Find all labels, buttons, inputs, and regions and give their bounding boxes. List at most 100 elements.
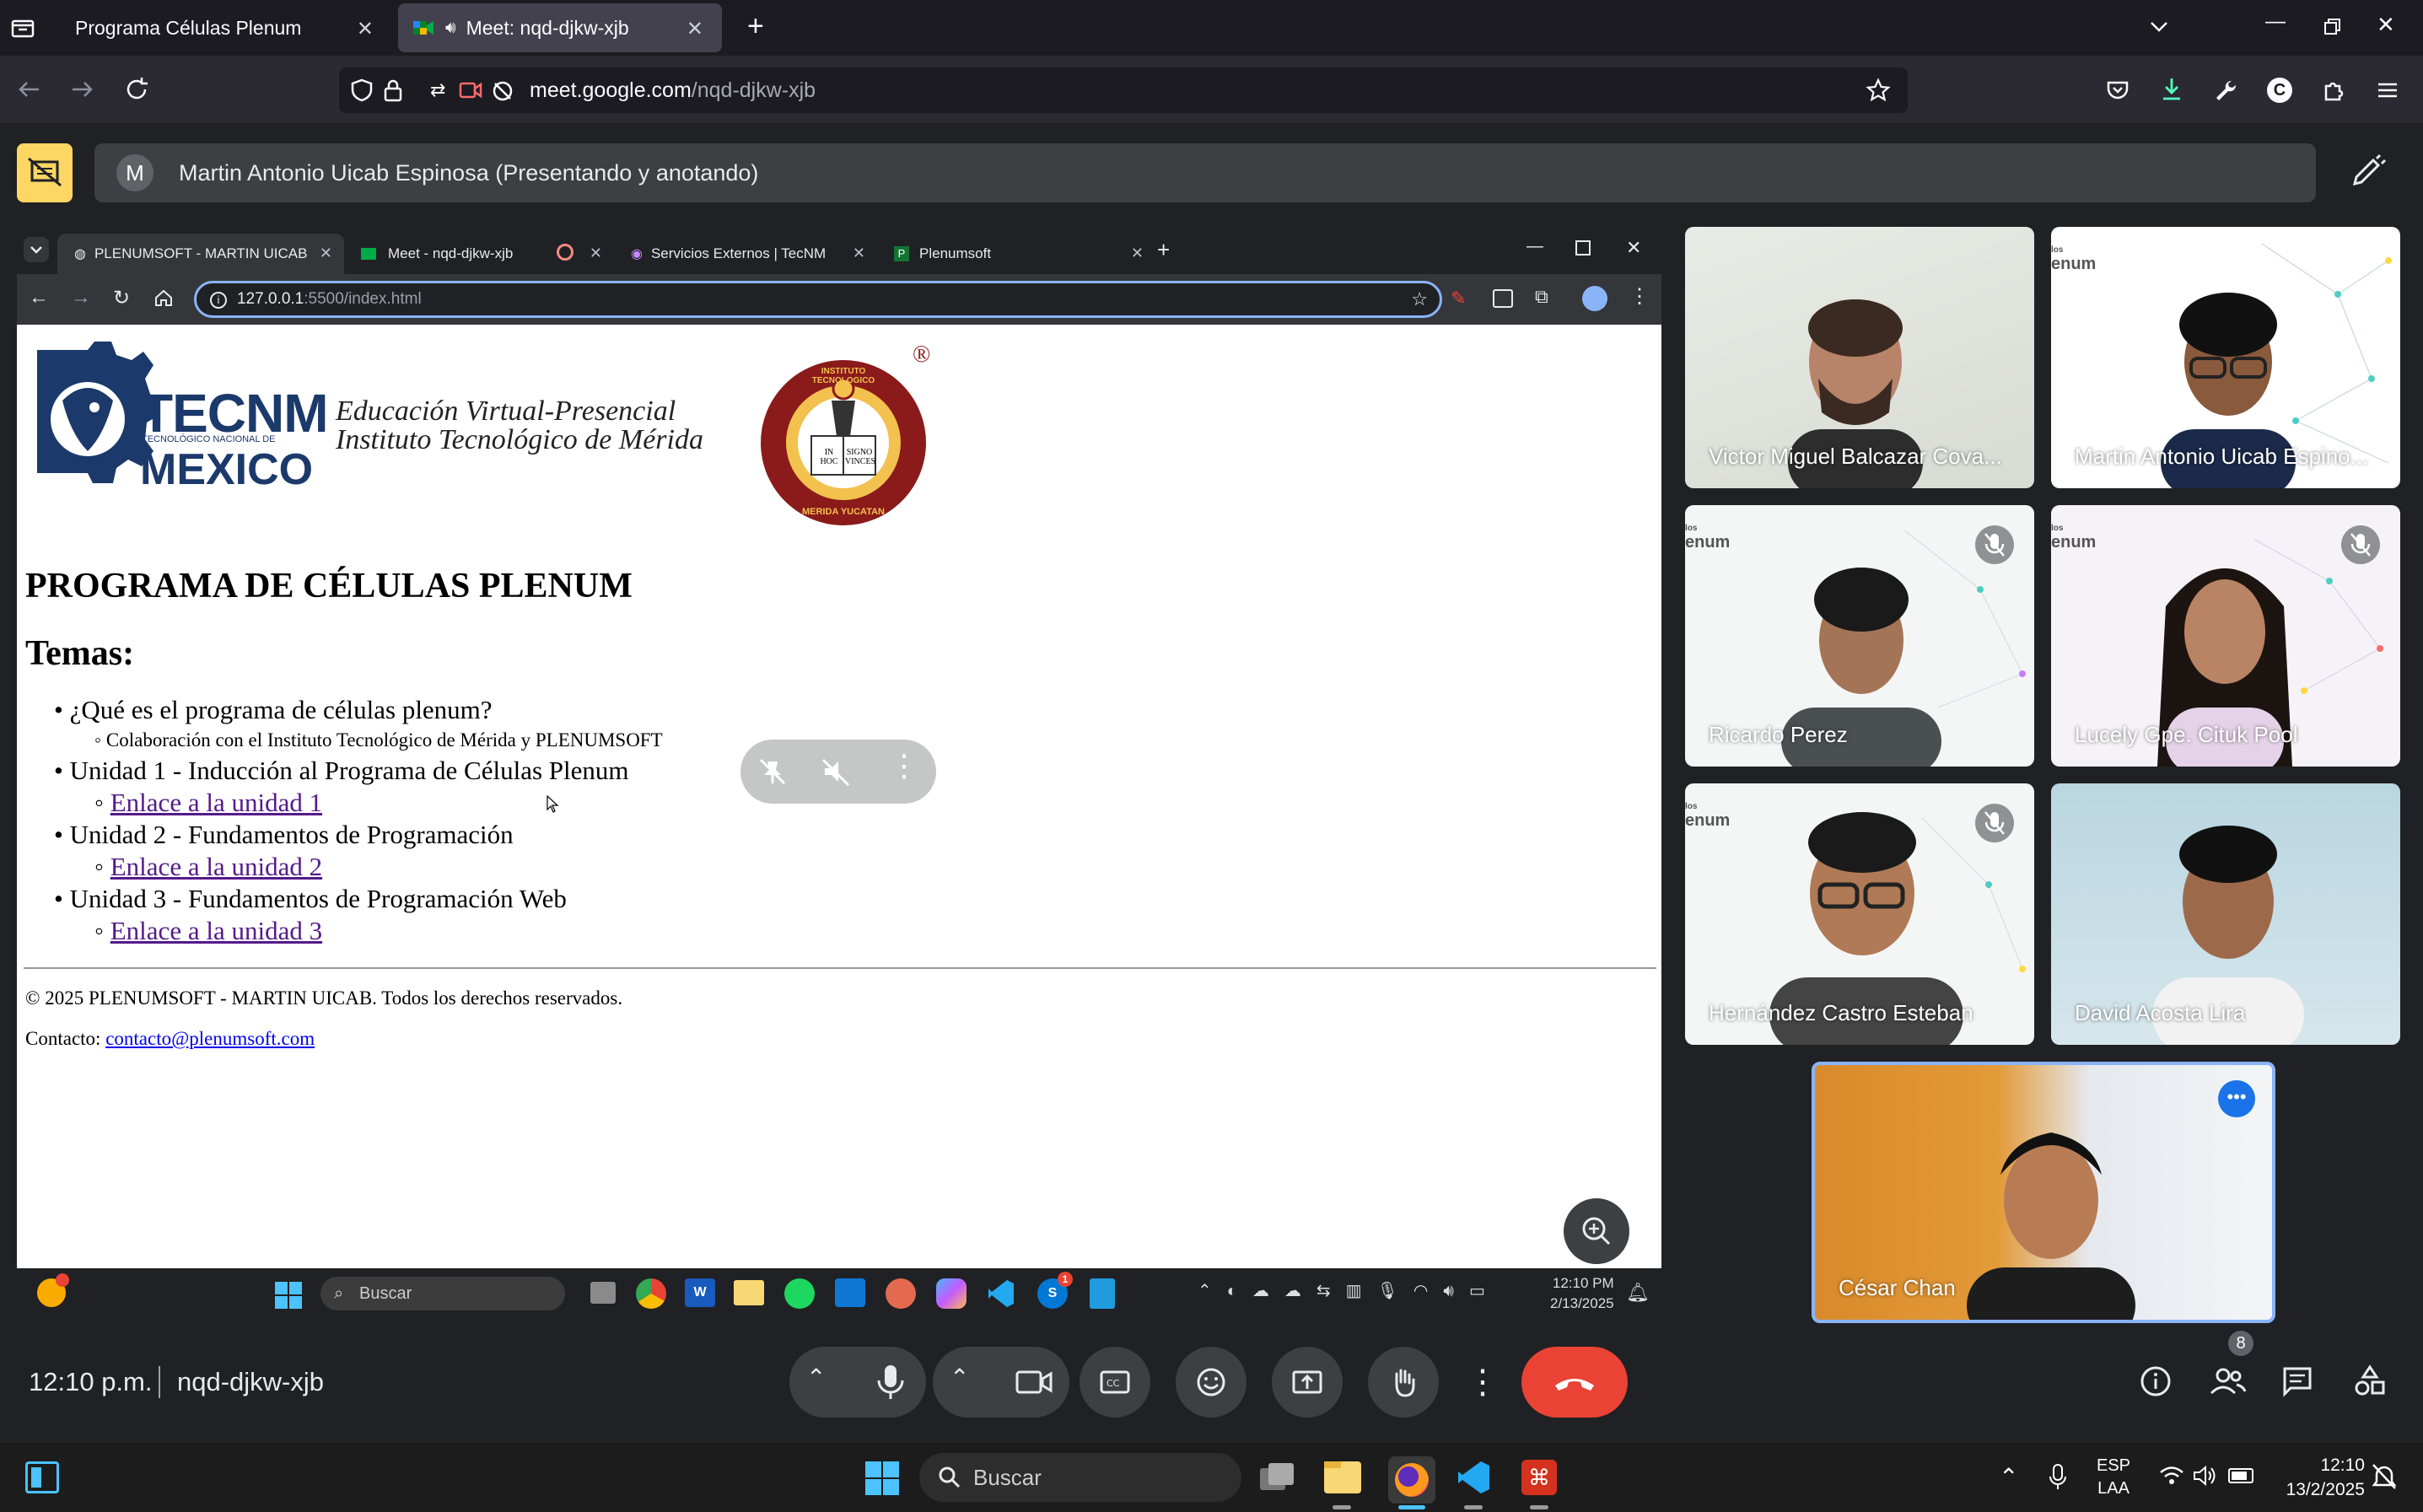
self-view-tile[interactable]: ••• César Chan: [1812, 1062, 2275, 1323]
download-icon[interactable]: [2159, 76, 2184, 103]
wifi-icon[interactable]: ◠: [1413, 1282, 1443, 1300]
chevron-down-icon[interactable]: [2146, 13, 2172, 39]
copilot-icon[interactable]: [936, 1278, 967, 1309]
minimize-icon[interactable]: —: [1526, 237, 1543, 256]
mic-icon[interactable]: 🎙︎: [1377, 1282, 1413, 1300]
forward-icon[interactable]: [69, 76, 96, 103]
lock-icon[interactable]: [381, 78, 405, 103]
tray-app-icon[interactable]: ◐: [1227, 1282, 1252, 1300]
close-icon[interactable]: ✕: [590, 245, 602, 262]
puzzle-icon[interactable]: ⧉: [1535, 286, 1548, 308]
kebab-menu-icon[interactable]: ⋮: [1629, 284, 1650, 309]
shared-address-bar[interactable]: i 127.0.0.1:5500/index.html ☆: [194, 281, 1442, 318]
camera-button[interactable]: [999, 1347, 1069, 1418]
chat-button[interactable]: [2280, 1364, 2314, 1398]
unpin-button[interactable]: [752, 751, 793, 792]
close-window-icon[interactable]: ✕: [2377, 13, 2395, 35]
shared-clock[interactable]: 12:10 PM 2/13/2025: [1550, 1273, 1614, 1314]
file-explorer-icon[interactable]: [1324, 1461, 1361, 1493]
participant-tile[interactable]: David Acosta Lira: [2051, 783, 2400, 1045]
contact-email-link[interactable]: contacto@plenumsoft.com: [105, 1028, 315, 1049]
tray-chevron-icon[interactable]: ⌃: [1999, 1463, 2018, 1491]
reactions-button[interactable]: [1176, 1347, 1246, 1418]
mic-tray-icon[interactable]: [2048, 1463, 2068, 1492]
captions-button[interactable]: CC: [1080, 1347, 1150, 1418]
tray-app-icon[interactable]: ▥: [1346, 1282, 1377, 1300]
reload-icon[interactable]: [123, 76, 150, 103]
shared-tab-plenumsoft-martin[interactable]: ◍ PLENUMSOFT - MARTIN UICAB ✕: [57, 234, 344, 274]
volume-icon[interactable]: 🔊︎: [1443, 1282, 1469, 1300]
tray-app-icon[interactable]: ⇆: [1316, 1282, 1346, 1300]
info-icon[interactable]: i: [210, 292, 227, 309]
activities-button[interactable]: [2353, 1364, 2387, 1398]
extension-icon[interactable]: [1493, 289, 1513, 308]
more-options-button[interactable]: ⋮: [1464, 1347, 1501, 1418]
onedrive-icon[interactable]: ☁: [1252, 1282, 1284, 1300]
home-icon[interactable]: [153, 288, 174, 308]
close-icon[interactable]: ✕: [1131, 245, 1144, 262]
tracking-icon[interactable]: [491, 79, 514, 103]
menu-icon[interactable]: [2375, 78, 2400, 103]
volume-icon[interactable]: [2193, 1465, 2218, 1487]
skype-icon[interactable]: S 1: [1037, 1272, 1073, 1309]
meeting-info-button[interactable]: [2139, 1364, 2173, 1398]
close-icon[interactable]: ✕: [320, 245, 332, 262]
raise-hand-button[interactable]: [1368, 1347, 1439, 1418]
notepad-icon[interactable]: [1090, 1278, 1115, 1309]
speaker-icon[interactable]: 🔊︎: [445, 19, 456, 38]
microphone-button[interactable]: [855, 1347, 926, 1418]
file-explorer-icon[interactable]: [734, 1280, 764, 1305]
shared-tab-servicios[interactable]: ◉ Servicios Externos | TecNM ✕: [614, 234, 877, 274]
windows-start-icon[interactable]: [275, 1282, 302, 1309]
bookmark-star-icon[interactable]: [1866, 78, 1891, 103]
acrobat-icon[interactable]: ⌘: [1521, 1460, 1557, 1495]
onedrive-icon[interactable]: ☁: [1284, 1282, 1316, 1300]
extensions-icon[interactable]: [2321, 78, 2346, 103]
browser-tab-meet[interactable]: 🔊︎ Meet: nqd-djkw-xjb ✕: [398, 3, 722, 52]
wrench-icon[interactable]: [2213, 78, 2238, 103]
task-view-icon[interactable]: [1260, 1463, 1295, 1492]
browser-tab-programa[interactable]: Programa Células Plenum ✕: [55, 3, 392, 52]
windows-start-icon[interactable]: [865, 1461, 899, 1495]
battery-icon[interactable]: ▭: [1469, 1282, 1500, 1300]
minimize-icon[interactable]: —: [2265, 12, 2286, 32]
notifications-icon[interactable]: [2372, 1463, 2397, 1490]
participant-tile[interactable]: Victor Miguel Balcazar Cova...: [1685, 227, 2034, 488]
account-icon[interactable]: C: [2267, 78, 2292, 103]
new-tab-icon[interactable]: +: [747, 12, 764, 40]
taskbar-search[interactable]: ⌕ Buscar: [320, 1277, 565, 1310]
mute-tab-button[interactable]: [816, 751, 857, 792]
chrome-icon[interactable]: [636, 1278, 666, 1309]
extension-red-icon[interactable]: ✎: [1451, 288, 1473, 309]
reload-icon[interactable]: ↻: [113, 286, 130, 310]
unit-2-link[interactable]: Enlace a la unidad 2: [110, 852, 322, 881]
leave-call-button[interactable]: [1521, 1347, 1628, 1418]
shield-icon[interactable]: [349, 78, 374, 103]
new-tab-icon[interactable]: +: [1157, 237, 1170, 263]
restore-icon[interactable]: [2323, 17, 2343, 37]
widgets-icon[interactable]: [25, 1461, 59, 1493]
shared-tab-meet[interactable]: Meet - nqd-djkw-xjb ✕: [344, 234, 614, 274]
weather-icon[interactable]: [37, 1273, 69, 1307]
vscode-icon[interactable]: [987, 1278, 1015, 1309]
pocket-icon[interactable]: [2105, 78, 2130, 103]
back-icon[interactable]: ←: [29, 286, 49, 309]
taskbar-search[interactable]: Buscar: [919, 1453, 1241, 1502]
annotate-pen-icon[interactable]: [2343, 152, 2393, 194]
word-icon[interactable]: W: [685, 1278, 715, 1307]
outlook-icon[interactable]: [835, 1278, 865, 1307]
participant-tile[interactable]: los enum Lucely Gpe. Cituk Pool: [2051, 505, 2400, 767]
bookmark-star-icon[interactable]: ☆: [1411, 283, 1428, 315]
system-clock[interactable]: 12:10 13/2/2025: [2277, 1453, 2365, 1502]
more-options-icon[interactable]: ⋮: [889, 748, 919, 783]
shared-tab-plenumsoft[interactable]: P Plenumsoft ✕: [877, 234, 1155, 274]
language-indicator[interactable]: ESP LAA: [2097, 1455, 2130, 1500]
participant-tile[interactable]: los enum Martin Antonio Uicab Espino...: [2051, 227, 2400, 488]
unit-1-link[interactable]: Enlace a la unidad 1: [110, 788, 322, 817]
app-icon[interactable]: [886, 1278, 916, 1309]
task-view-icon[interactable]: [590, 1282, 616, 1304]
annotation-toggle-button[interactable]: [17, 143, 73, 202]
unit-3-link[interactable]: Enlace a la unidad 3: [110, 916, 322, 945]
firefox-icon[interactable]: [1388, 1456, 1435, 1504]
present-button[interactable]: [1272, 1347, 1343, 1418]
